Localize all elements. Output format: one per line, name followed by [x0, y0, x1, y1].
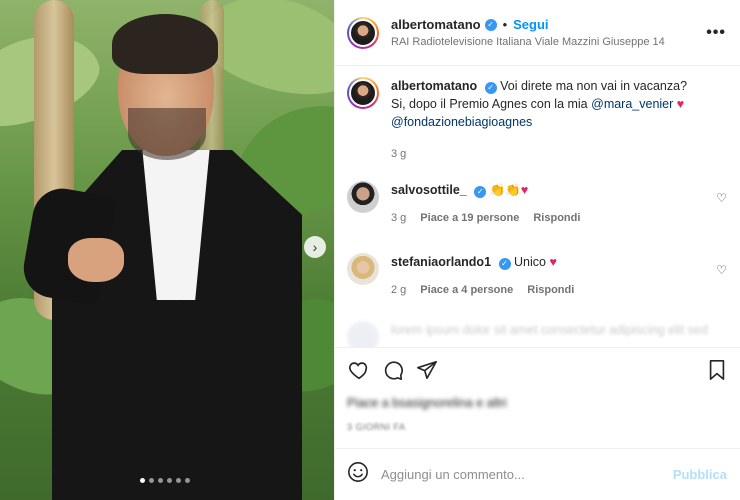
- like-heart-icon[interactable]: [347, 358, 371, 382]
- comment-bubble-icon[interactable]: [381, 358, 405, 382]
- post-image[interactable]: ›: [0, 0, 334, 500]
- mention-link[interactable]: @fondazionebiagioagnes: [391, 115, 532, 129]
- comment-text: lorem ipsum dolor sit amet consectetur a…: [391, 323, 708, 337]
- person-hand: [68, 238, 124, 282]
- verified-icon: ✓: [484, 82, 497, 94]
- caption-text-2: Si, dopo il Premio Agnes con la mia: [391, 97, 588, 111]
- carousel-dot: [176, 478, 181, 483]
- carousel-dot: [149, 478, 154, 483]
- caption: albertomatano ✓ Voi direte ma non vai in…: [335, 77, 740, 163]
- mention-link[interactable]: @mara_venier: [591, 97, 673, 111]
- like-comment-heart-icon[interactable]: ♡: [716, 263, 727, 277]
- commenter-avatar[interactable]: [347, 321, 379, 347]
- comment-time[interactable]: 3 g: [391, 209, 406, 227]
- like-comment-heart-icon[interactable]: ♡: [716, 191, 727, 205]
- comment-username[interactable]: salvosottile_: [391, 183, 467, 197]
- person-hair: [112, 14, 218, 74]
- carousel-dot: [185, 478, 190, 483]
- verified-icon: ✓: [474, 186, 487, 198]
- verified-icon: ✓: [498, 258, 511, 270]
- comment-likes[interactable]: Piace a 19 persone: [420, 209, 519, 227]
- comment-likes[interactable]: Piace a 4 persone: [420, 281, 513, 299]
- comment-username[interactable]: stefaniaorlando1: [391, 255, 491, 269]
- clap-emoji-icon: 👏👏: [489, 183, 521, 197]
- heart-emoji-icon: ♥: [520, 183, 529, 197]
- publish-button[interactable]: Pubblica: [673, 467, 727, 482]
- post-header: albertomatano ✓ • Segui RAI Radiotelevis…: [335, 0, 740, 66]
- comments-list[interactable]: albertomatano ✓ Voi direte ma non vai in…: [335, 67, 740, 347]
- comment-time[interactable]: 2 g: [391, 281, 406, 299]
- reply-button[interactable]: Rispondi: [527, 281, 574, 299]
- heart-emoji-icon: ♥: [549, 255, 557, 269]
- post-side-panel: albertomatano ✓ • Segui RAI Radiotelevis…: [334, 0, 740, 500]
- caption-username[interactable]: albertomatano: [391, 79, 477, 93]
- post-date[interactable]: 3 GIORNI FA: [347, 422, 406, 432]
- comment-item: salvosottile_ ✓ 👏👏♥ 3 g Piace a 19 perso…: [335, 181, 740, 227]
- separator-dot: •: [502, 17, 508, 32]
- comment-item: lorem ipsum dolor sit amet consectetur a…: [335, 321, 740, 347]
- heart-emoji-icon: ♥: [676, 97, 685, 111]
- comment-input[interactable]: [381, 467, 673, 482]
- carousel-next-button[interactable]: ›: [304, 236, 326, 258]
- verified-icon: ✓: [484, 18, 497, 31]
- carousel-dot: [158, 478, 163, 483]
- carousel-dot: [167, 478, 172, 483]
- save-bookmark-icon[interactable]: [705, 358, 729, 382]
- author-avatar[interactable]: [347, 16, 379, 49]
- person-beard: [128, 108, 206, 160]
- reply-button[interactable]: Rispondi: [533, 209, 580, 227]
- commenter-avatar[interactable]: [347, 253, 379, 285]
- post-actions: [335, 347, 740, 391]
- post-location[interactable]: RAI Radiotelevisione Italiana Viale Mazz…: [391, 36, 706, 48]
- comment-item: stefaniaorlando1 ✓ Unico ♥ 2 g Piace a 4…: [335, 253, 740, 299]
- add-comment-bar: Pubblica: [335, 448, 740, 500]
- emoji-smiley-icon[interactable]: [347, 461, 369, 488]
- commenter-avatar[interactable]: [347, 181, 379, 213]
- author-username[interactable]: albertomatano: [391, 17, 481, 32]
- comment-text: Unico: [514, 255, 546, 269]
- caption-time[interactable]: 3 g: [391, 145, 406, 163]
- caption-text-1: Voi direte ma non vai in vacanza?: [500, 79, 688, 93]
- follow-button[interactable]: Segui: [513, 17, 548, 32]
- carousel-dots: [140, 478, 190, 483]
- caption-avatar[interactable]: [347, 77, 379, 109]
- likes-summary[interactable]: Piace a bsasignorelina e altri: [347, 396, 507, 410]
- carousel-dot: [140, 478, 145, 483]
- chevron-right-icon: ›: [312, 239, 318, 255]
- more-options-icon[interactable]: •••: [706, 24, 726, 42]
- share-paper-plane-icon[interactable]: [415, 358, 439, 382]
